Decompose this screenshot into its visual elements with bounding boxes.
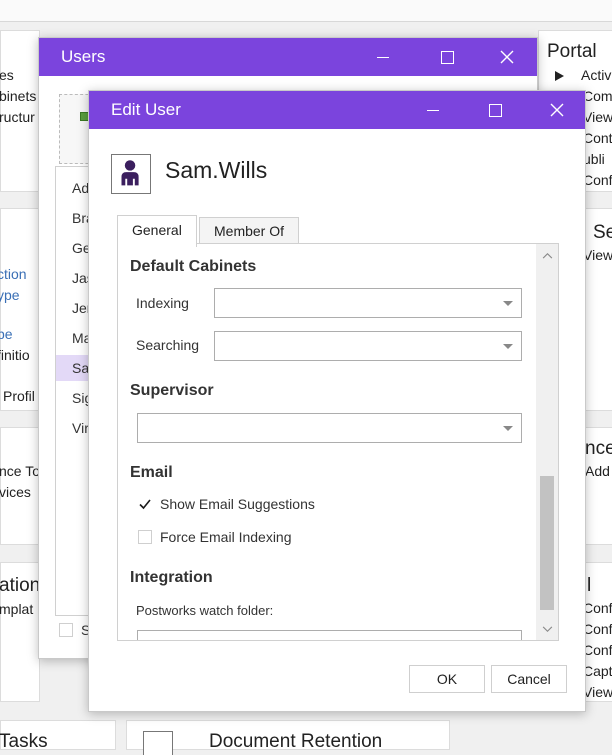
panel-scrollbar[interactable] (536, 244, 558, 640)
bg-text: View (583, 684, 612, 700)
users-list-item-label: Vir (72, 420, 89, 436)
users-list-item-label: Sa (72, 360, 90, 376)
bg-panel-left-1: es binets ructur (0, 30, 40, 192)
portal-top-bar (0, 0, 612, 22)
searching-cabinet-select[interactable] (214, 331, 522, 361)
close-icon (550, 103, 564, 117)
indexing-cabinet-select[interactable] (214, 288, 522, 318)
bg-text: Se (593, 222, 612, 243)
edit-user-window: Edit User Sam.Wills General Member Of De… (88, 90, 586, 712)
bg-text: finitio (0, 347, 30, 363)
bg-panel-left-4: ation mplat (0, 562, 40, 702)
indexing-label: Indexing (136, 295, 189, 311)
bg-text: Conf (583, 600, 612, 616)
user-avatar (111, 154, 151, 194)
bg-link[interactable]: ype (0, 287, 20, 303)
users-minimize-button[interactable] (357, 38, 409, 76)
chevron-down-icon (503, 301, 513, 306)
scroll-up-icon[interactable] (536, 244, 558, 266)
bg-text: Conf (583, 172, 612, 188)
supervisor-select[interactable] (137, 413, 522, 443)
edit-user-window-title: Edit User (111, 100, 181, 119)
scroll-thumb[interactable] (540, 476, 554, 610)
bg-text: nce (585, 438, 612, 459)
tab-general[interactable]: General (117, 215, 197, 247)
users-maximize-button[interactable] (421, 38, 473, 76)
bg-text: View (583, 109, 612, 125)
bg-link[interactable]: pe (0, 326, 13, 342)
bg-text: ubli (583, 151, 605, 167)
user-icon (121, 160, 139, 186)
show-email-suggestions-label: Show Email Suggestions (160, 496, 315, 512)
checkmark-icon (139, 499, 151, 510)
force-email-indexing-checkbox[interactable] (138, 530, 152, 544)
users-close-button[interactable] (481, 38, 533, 76)
force-email-indexing-label: Force Email Indexing (160, 529, 292, 545)
edit-user-titlebar: Edit User (89, 91, 585, 129)
bg-text: Profil (3, 388, 35, 404)
show-email-suggestions-checkbox[interactable] (138, 497, 152, 511)
general-tab-panel: Default Cabinets Indexing Searching Supe… (117, 243, 559, 641)
bg-text: Tasks (0, 731, 48, 752)
edit-user-close-button[interactable] (531, 91, 583, 129)
document-icon (143, 731, 173, 755)
bg-text: nce To (0, 463, 40, 479)
bg-text: ation (0, 575, 41, 596)
bg-text: vices (0, 484, 31, 500)
close-icon (500, 50, 514, 64)
chevron-down-icon (503, 426, 513, 431)
user-name-heading: Sam.Wills (165, 157, 268, 183)
bg-text: Portal (547, 41, 597, 62)
postworks-folder-label: Postworks watch folder: (136, 603, 274, 618)
bg-text: Capt (583, 663, 612, 679)
bg-text: Cont (583, 130, 612, 146)
play-icon (555, 71, 564, 81)
bg-text: Conf (583, 621, 612, 637)
edit-user-minimize-button[interactable] (407, 91, 459, 129)
bg-panel-left-2: ction ype pe finitio Profil (0, 208, 40, 411)
searching-label: Searching (136, 337, 200, 353)
bg-panel-tasks: Tasks (0, 720, 116, 752)
bg-panel-document-retention: Document Retention (126, 720, 450, 755)
bg-text: ructur (0, 109, 35, 125)
tab-member-of[interactable]: Member Of (199, 217, 300, 245)
bg-text: Add (585, 463, 610, 479)
users-window-title: Users (61, 47, 106, 66)
supervisor-heading: Supervisor (130, 382, 214, 399)
bg-text: Activ (581, 67, 612, 83)
ok-button[interactable]: OK (409, 665, 485, 693)
email-heading: Email (130, 464, 173, 481)
bg-panel-left-3: nce To vices (0, 427, 40, 545)
bg-text: Document Retention (209, 731, 383, 752)
bg-text: es (0, 67, 14, 83)
scroll-down-icon[interactable] (536, 618, 558, 640)
default-cabinets-heading: Default Cabinets (130, 258, 257, 275)
chevron-down-icon (503, 344, 513, 349)
users-titlebar: Users (39, 38, 537, 76)
postworks-folder-input[interactable] (137, 630, 522, 640)
bg-text: mplat (0, 601, 34, 617)
integration-heading: Integration (130, 569, 213, 586)
bg-text: Conf (583, 642, 612, 658)
users-list-item-label: Ad (72, 180, 90, 196)
bg-text: Com (583, 88, 612, 104)
cancel-button[interactable]: Cancel (491, 665, 567, 693)
edit-user-maximize-button[interactable] (469, 91, 521, 129)
users-footer-checkbox[interactable] (59, 623, 73, 637)
bg-text: View (583, 247, 612, 263)
bg-text: l (587, 575, 592, 596)
bg-link[interactable]: ction (0, 266, 27, 282)
bg-text: binets (0, 88, 37, 104)
